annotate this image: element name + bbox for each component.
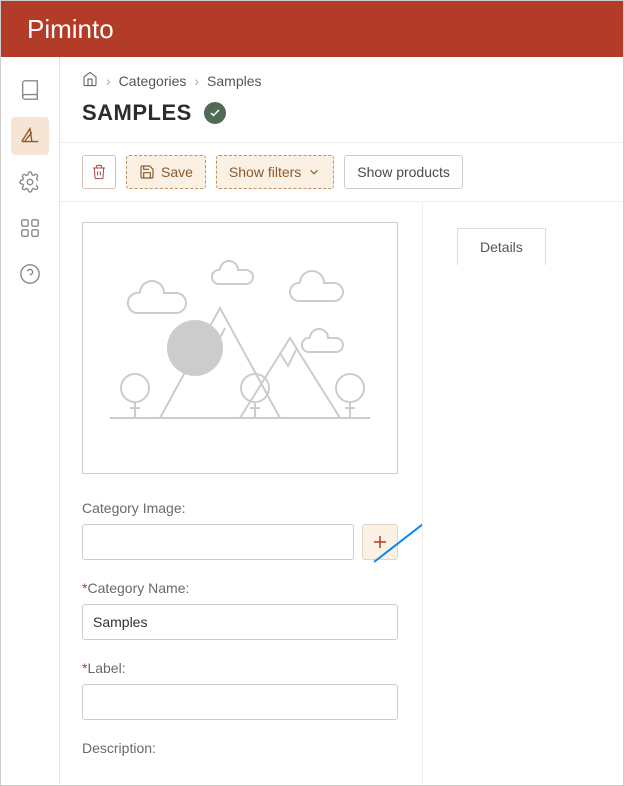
placeholder-illustration-icon (100, 248, 380, 448)
add-image-button[interactable] (362, 524, 398, 560)
breadcrumb-home[interactable] (82, 71, 98, 90)
save-button[interactable]: Save (126, 155, 206, 189)
category-name-input[interactable] (82, 604, 398, 640)
show-filters-button[interactable]: Show filters (216, 155, 334, 189)
status-badge (204, 102, 226, 124)
filters-label: Show filters (229, 164, 301, 180)
description-label: Description: (82, 740, 398, 756)
sidebar (1, 57, 60, 785)
sidebar-item-help[interactable] (11, 255, 49, 293)
sidebar-item-apps[interactable] (11, 209, 49, 247)
delete-button[interactable] (82, 155, 116, 189)
image-placeholder (82, 222, 398, 474)
breadcrumb-samples[interactable]: Samples (207, 73, 261, 89)
sidebar-item-settings[interactable] (11, 163, 49, 201)
plus-icon (371, 533, 389, 551)
toolbar: Save Show filters Show products (60, 142, 623, 202)
sidebar-item-categories[interactable] (11, 117, 49, 155)
sidebar-item-book[interactable] (11, 71, 49, 109)
trash-icon (91, 164, 107, 180)
grid-icon (19, 217, 41, 239)
category-name-label: *Category Name: (82, 580, 398, 596)
save-label: Save (161, 164, 193, 180)
show-products-button[interactable]: Show products (344, 155, 463, 189)
help-icon (19, 263, 41, 285)
breadcrumb-sep: › (106, 73, 111, 89)
form-pane: Category Image: *Category Name: *Label: (60, 202, 422, 785)
details-pane: Details (422, 202, 623, 785)
label-label: *Label: (82, 660, 398, 676)
top-bar: Piminto (1, 1, 623, 57)
category-image-input[interactable] (82, 524, 354, 560)
app-title: Piminto (27, 14, 114, 45)
category-image-label: Category Image: (82, 500, 398, 516)
breadcrumb-categories[interactable]: Categories (119, 73, 187, 89)
page-title: SAMPLES (82, 100, 192, 126)
tab-details[interactable]: Details (457, 228, 546, 265)
breadcrumb: › Categories › Samples (60, 57, 623, 90)
save-icon (139, 164, 155, 180)
gear-icon (19, 171, 41, 193)
chevron-down-icon (307, 165, 321, 179)
check-icon (209, 107, 221, 119)
show-products-label: Show products (357, 164, 450, 180)
label-input[interactable] (82, 684, 398, 720)
book-icon (19, 79, 41, 101)
home-icon (82, 71, 98, 87)
layers-icon (19, 125, 41, 147)
breadcrumb-sep: › (194, 73, 199, 89)
